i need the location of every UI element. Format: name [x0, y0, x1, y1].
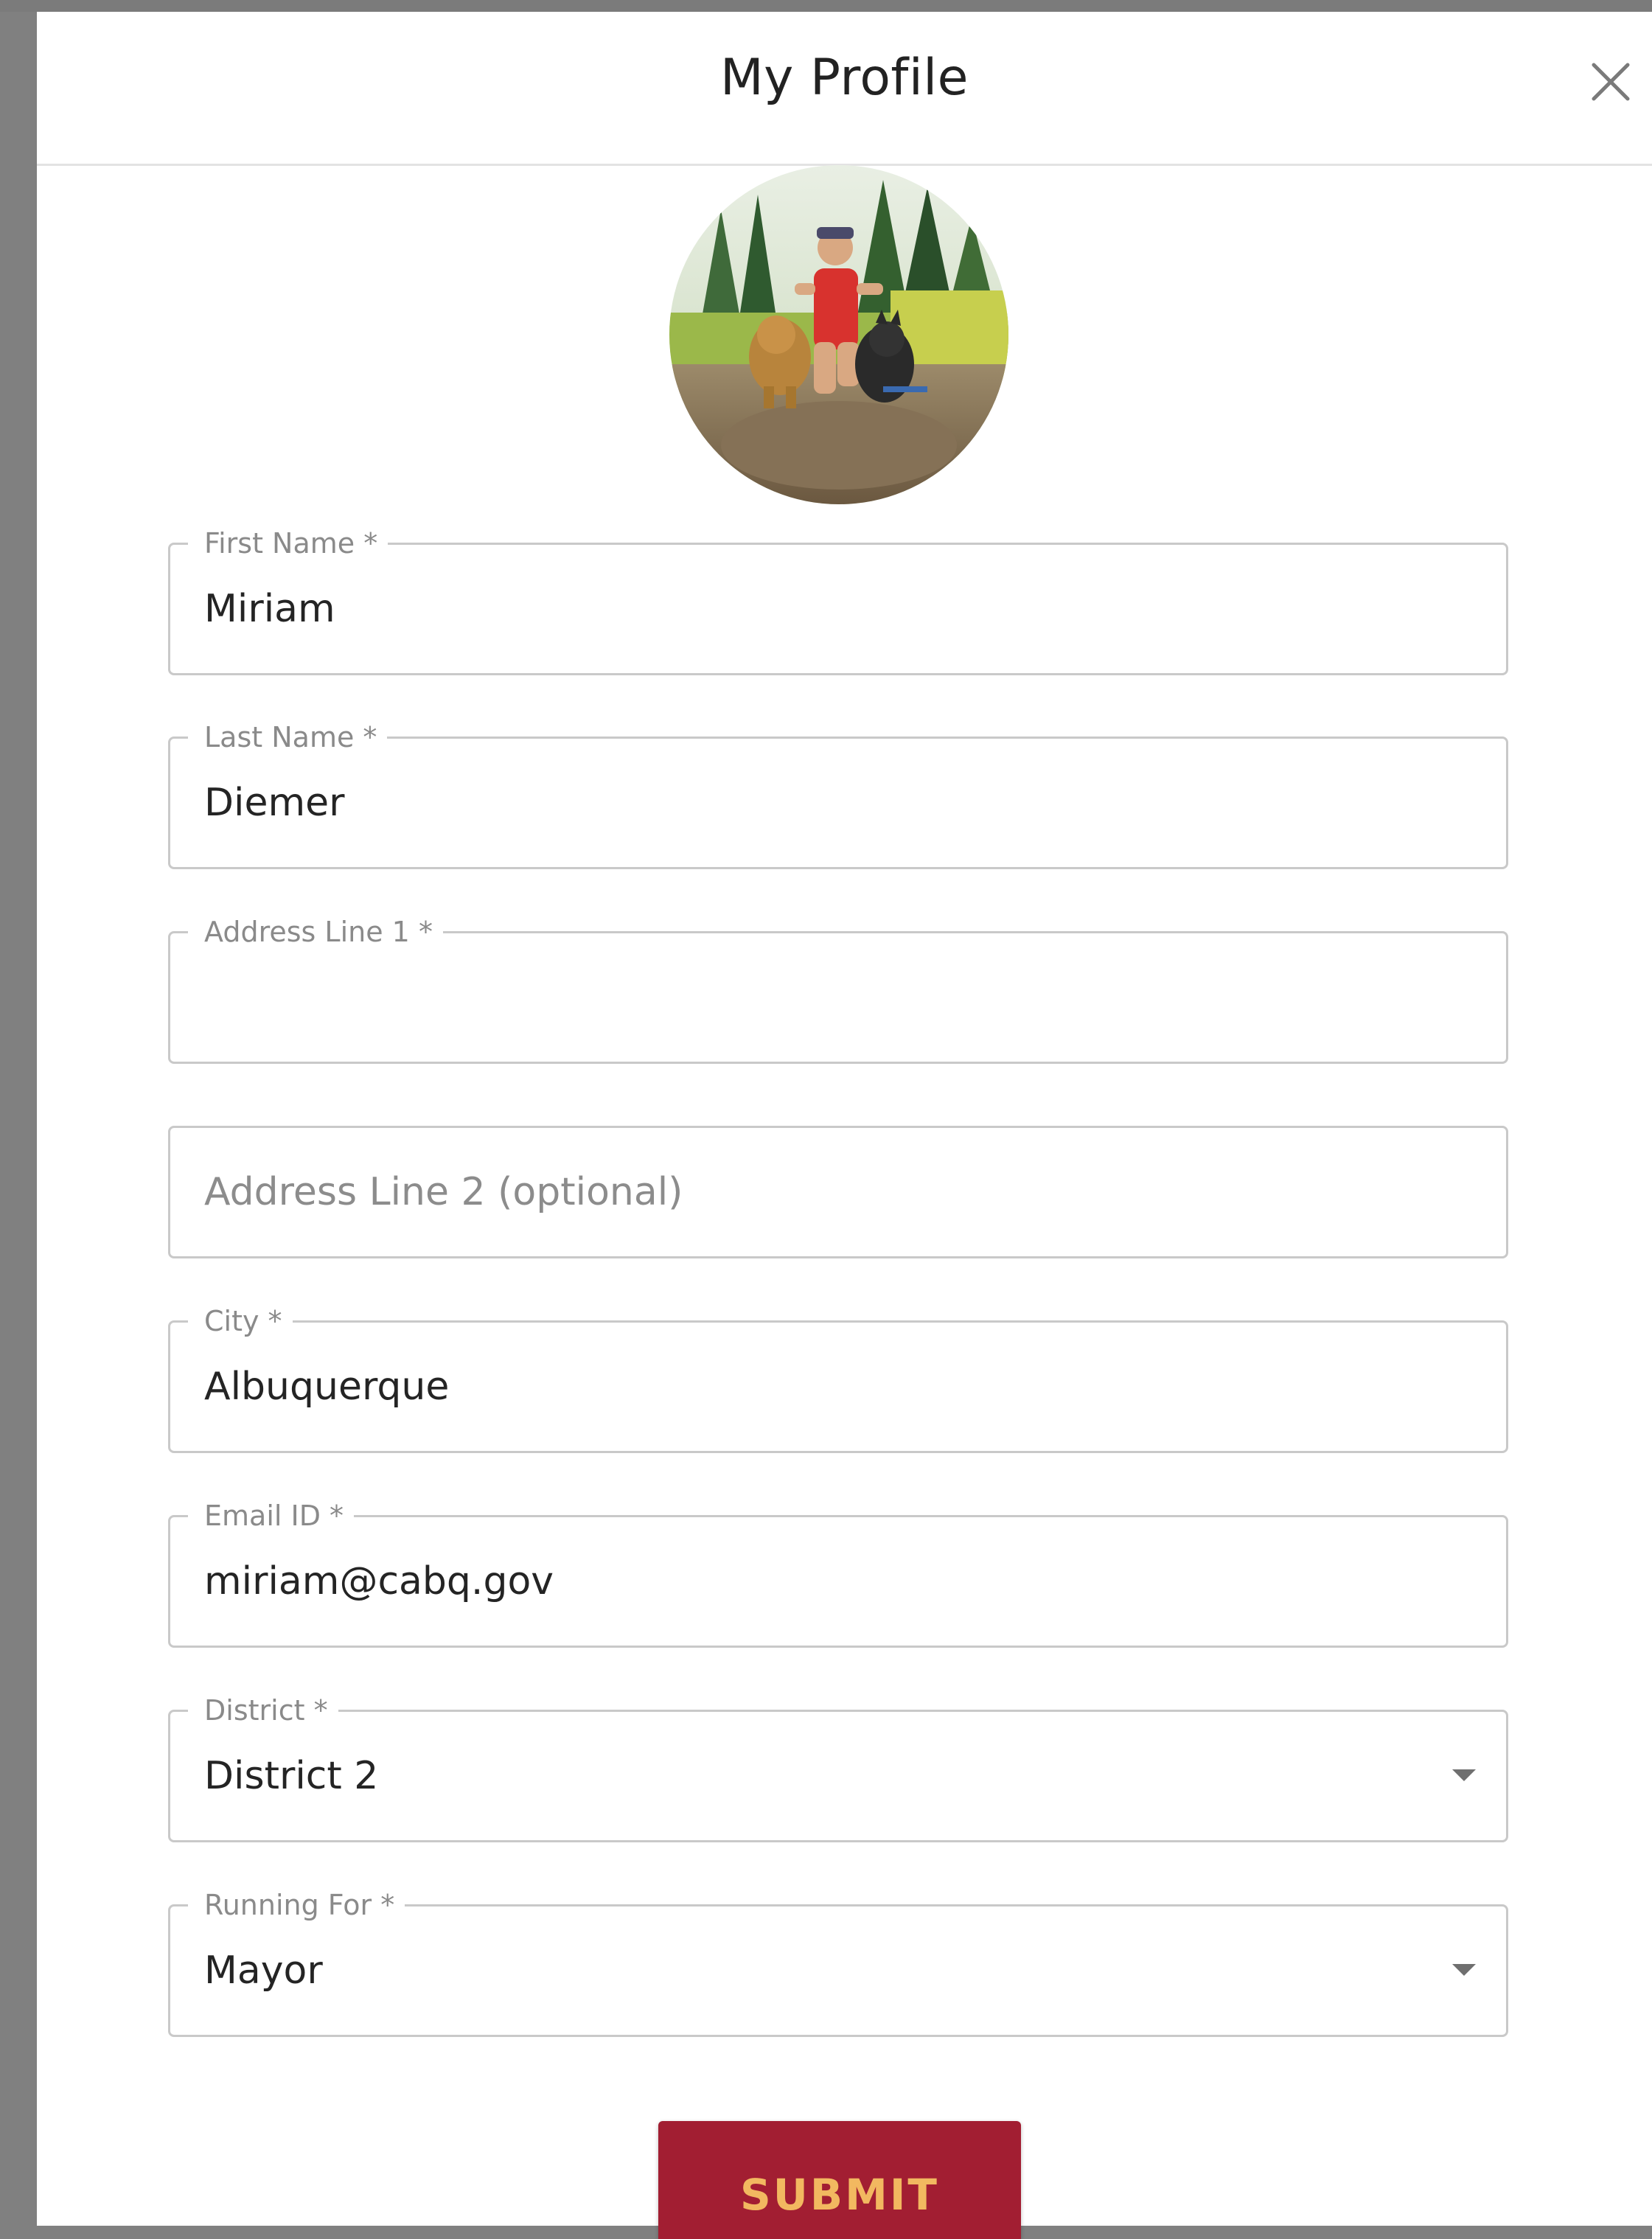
running-for-select[interactable]: Running For * Mayor [168, 1887, 1508, 2037]
chevron-down-icon[interactable] [1452, 1769, 1476, 1781]
address-line-1-value[interactable] [204, 933, 1425, 1062]
close-button[interactable] [1585, 56, 1637, 108]
modal-header: My Profile [37, 12, 1652, 166]
chevron-down-icon[interactable] [1452, 1964, 1476, 1976]
submit-button[interactable]: SUBMIT [658, 2121, 1021, 2239]
running-for-value[interactable]: Mayor [204, 1907, 1425, 2035]
modal-backdrop [0, 0, 1652, 12]
submit-label: SUBMIT [740, 2170, 939, 2220]
address-line-2-field[interactable] [168, 1126, 1508, 1258]
first-name-value[interactable]: Miriam [204, 545, 1425, 673]
district-select[interactable]: District * District 2 [168, 1693, 1508, 1842]
close-icon [1592, 63, 1630, 101]
address-line-2-input[interactable] [204, 1159, 1472, 1225]
last-name-value[interactable]: Diemer [204, 739, 1425, 867]
address-line-1-field[interactable]: Address Line 1 * [168, 914, 1508, 1064]
city-field[interactable]: City * Albuquerque [168, 1303, 1508, 1453]
city-value[interactable]: Albuquerque [204, 1323, 1425, 1451]
email-value[interactable]: miriam@cabq.gov [204, 1517, 1425, 1646]
last-name-field[interactable]: Last Name * Diemer [168, 720, 1508, 869]
profile-modal: My Profile First Name * Miriam Last Name… [37, 12, 1652, 2239]
district-value[interactable]: District 2 [204, 1712, 1425, 1840]
first-name-field[interactable]: First Name * Miriam [168, 526, 1508, 675]
email-field[interactable]: Email ID * miriam@cabq.gov [168, 1498, 1508, 1648]
profile-photo [669, 165, 1008, 504]
profile-avatar[interactable] [669, 165, 1008, 504]
modal-title: My Profile [720, 49, 969, 107]
